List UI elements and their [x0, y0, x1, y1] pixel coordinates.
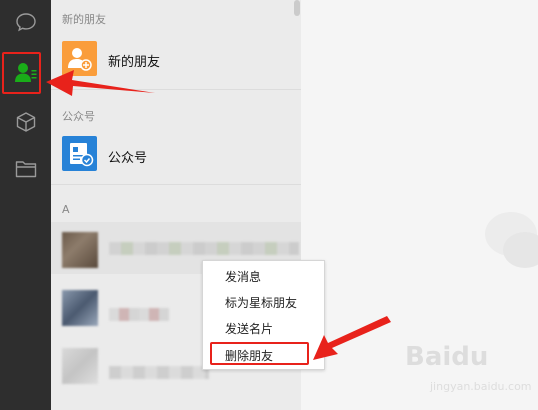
- menu-item-send-message[interactable]: 发消息: [203, 264, 324, 290]
- contact-name-pixelated: [109, 242, 299, 255]
- files-tab[interactable]: [0, 149, 51, 189]
- section-header-letter: A: [62, 203, 70, 216]
- section-divider: [51, 89, 301, 90]
- official-account-icon: [70, 143, 94, 167]
- new-friends-row[interactable]: 新的朋友: [51, 33, 301, 85]
- cube-tab[interactable]: [0, 102, 51, 142]
- new-friends-label: 新的朋友: [108, 55, 161, 70]
- contact-name-pixelated: [109, 366, 209, 379]
- section-header-official: 公众号: [62, 110, 95, 123]
- menu-item-send-card[interactable]: 发送名片: [203, 316, 324, 342]
- chat-icon: [15, 13, 36, 32]
- contact-avatar: [62, 232, 98, 268]
- delete-friend-highlight: [210, 342, 309, 365]
- section-divider: [51, 184, 301, 185]
- folder-icon: [15, 161, 36, 178]
- new-friend-avatar: [62, 41, 97, 76]
- chat-tab[interactable]: [0, 2, 51, 42]
- contact-name-pixelated: [109, 308, 169, 321]
- official-accounts-label: 公众号: [108, 151, 148, 166]
- cube-icon: [16, 112, 35, 132]
- menu-item-star-friend[interactable]: 标为星标朋友: [203, 290, 324, 316]
- nav-sidebar: [0, 0, 51, 410]
- section-header-new-friends: 新的朋友: [62, 13, 106, 26]
- official-account-avatar: [62, 136, 97, 171]
- contact-avatar: [62, 348, 98, 384]
- contacts-tab-highlight: [2, 52, 41, 94]
- list-scrollbar[interactable]: [294, 0, 300, 16]
- contact-avatar: [62, 290, 98, 326]
- wechat-logo-icon: [485, 212, 538, 268]
- official-accounts-row[interactable]: 公众号: [51, 127, 301, 179]
- add-friend-icon: [68, 48, 92, 71]
- baidu-watermark: Baidu: [405, 342, 489, 372]
- baidu-watermark-sub: jingyan.baidu.com: [430, 380, 532, 393]
